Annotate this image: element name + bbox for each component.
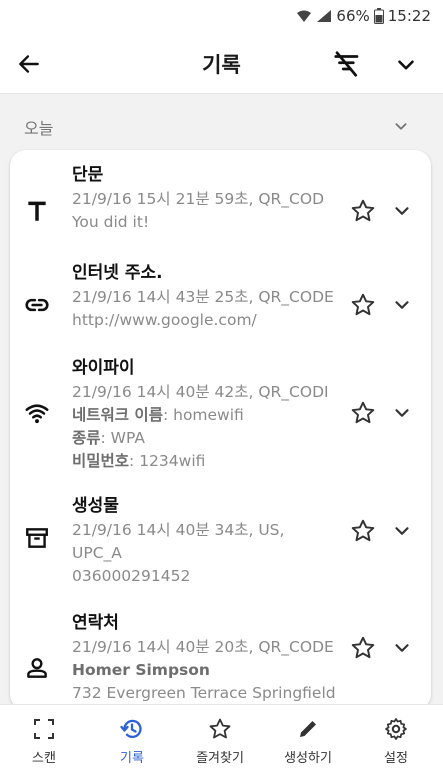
wifi-icon — [25, 404, 49, 424]
scan-frame-icon — [34, 719, 54, 739]
item-timestamp: 21/9/16 14시 43분 25초, QR_CODE — [72, 288, 334, 306]
star-icon — [209, 718, 231, 739]
history-card: 단문 21/9/16 15시 21분 59초, QR_COD You did i… — [10, 150, 431, 710]
gear-icon — [385, 718, 407, 740]
text-icon — [28, 201, 46, 221]
chevron-down-icon[interactable] — [391, 200, 413, 222]
chevron-down-icon[interactable] — [391, 402, 413, 424]
contact-name: Homer Simpson — [72, 661, 210, 679]
person-icon — [27, 658, 47, 678]
chevron-down-icon[interactable] — [391, 637, 413, 659]
nav-label: 생성하기 — [284, 751, 332, 766]
item-format: UPC_A — [72, 544, 122, 562]
battery-icon — [373, 8, 384, 24]
wifi-security-type: 종류: WPA — [72, 429, 145, 447]
archive-box-icon — [26, 528, 48, 548]
chevron-down-icon[interactable] — [393, 52, 419, 78]
chevron-down-icon[interactable] — [391, 294, 413, 316]
item-timestamp: 21/9/16 14시 40분 34초, US, — [72, 521, 285, 539]
history-item-text[interactable]: 단문 21/9/16 15시 21분 59초, QR_COD You did i… — [10, 162, 431, 252]
item-title: 단문 — [72, 165, 104, 185]
status-bar: 66% 15:22 — [0, 0, 443, 32]
star-icon[interactable] — [350, 400, 376, 426]
item-timestamp: 21/9/16 14시 40분 42초, QR_CODI — [72, 383, 329, 401]
section-label: 오늘 — [24, 119, 54, 138]
star-icon[interactable] — [350, 292, 376, 318]
section-header-today[interactable]: 오늘 — [0, 105, 443, 145]
item-title: 인터넷 주소. — [72, 263, 163, 283]
item-title: 생성물 — [72, 496, 119, 516]
item-title: 와이파이 — [72, 358, 135, 378]
nav-settings[interactable]: 설정 — [352, 705, 440, 776]
nav-label: 설정 — [384, 751, 408, 766]
star-icon[interactable] — [350, 635, 376, 661]
wifi-status-icon — [297, 10, 312, 22]
item-timestamp: 21/9/16 14시 40분 20초, QR_CODE — [72, 638, 334, 656]
nav-favorites[interactable]: 즐겨찾기 — [176, 705, 264, 776]
app-bar: 기록 — [0, 32, 443, 94]
chevron-down-icon[interactable] — [390, 115, 412, 137]
battery-percent: 66% — [336, 7, 370, 25]
star-icon[interactable] — [350, 518, 376, 544]
nav-history[interactable]: 기록 — [88, 705, 176, 776]
nav-scan[interactable]: 스캔 — [0, 705, 88, 776]
history-item-url[interactable]: 인터넷 주소. 21/9/16 14시 43분 25초, QR_CODE htt… — [10, 260, 431, 350]
chevron-down-icon[interactable] — [391, 520, 413, 542]
item-content: http://www.google.com/ — [72, 311, 257, 329]
history-item-product[interactable]: 생성물 21/9/16 14시 40분 34초, US, UPC_A 03600… — [10, 493, 431, 608]
clock: 15:22 — [387, 7, 431, 25]
pencil-icon — [300, 721, 316, 737]
nav-label: 스캔 — [32, 751, 56, 766]
signal-icon — [317, 10, 332, 22]
item-content: You did it! — [72, 213, 150, 231]
bottom-navigation: 스캔 기록 즐겨찾기 생성하기 설정 — [0, 704, 443, 776]
history-icon — [120, 719, 142, 738]
link-icon — [25, 298, 49, 312]
history-item-wifi[interactable]: 와이파이 21/9/16 14시 40분 42초, QR_CODI 네트워크 이… — [10, 355, 431, 490]
page-title: 기록 — [202, 53, 241, 77]
wifi-network-name: 네트워크 이름: homewifi — [72, 406, 244, 424]
wifi-password: 비밀번호: 1234wifi — [72, 452, 206, 470]
nav-label: 기록 — [120, 751, 144, 766]
item-timestamp: 21/9/16 15시 21분 59초, QR_COD — [72, 190, 325, 208]
history-item-contact[interactable]: 연락처 21/9/16 14시 40분 20초, QR_CODE Homer S… — [10, 610, 431, 710]
item-title: 연락처 — [72, 613, 119, 633]
contact-address: 732 Evergreen Terrace Springfield — [72, 684, 336, 702]
star-icon[interactable] — [350, 198, 376, 224]
nav-create[interactable]: 생성하기 — [264, 705, 352, 776]
item-content: 036000291452 — [72, 567, 191, 585]
filter-off-icon[interactable] — [332, 49, 362, 79]
nav-label: 즐겨찾기 — [196, 751, 244, 766]
